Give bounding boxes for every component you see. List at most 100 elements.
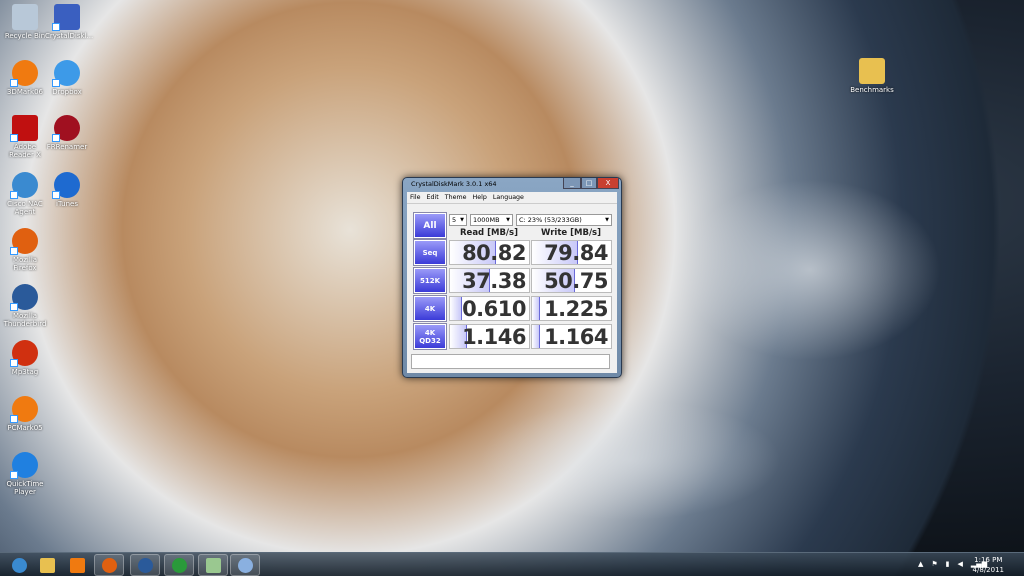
menu-bar: File Edit Theme Help Language [407, 192, 617, 203]
taskbar-thunderbird[interactable] [130, 554, 160, 576]
desktop-icon-recycle-bin[interactable]: Recycle Bin [3, 4, 47, 40]
shortcut-arrow-icon [52, 79, 60, 87]
score-value: 1.164 [544, 325, 608, 349]
crystaldiskmark-window: CrystalDiskMark 3.0.1 x64 _ □ X File Edi… [402, 177, 622, 378]
desktop-icon-mozilla-thunderbird[interactable]: Mozilla Thunderbird [3, 284, 47, 328]
app-icon [10, 60, 38, 87]
score-bar [532, 297, 540, 320]
desktop-icon-cisco-nac-agent[interactable]: Cisco NAC Agent [3, 172, 47, 216]
shortcut-arrow-icon [52, 191, 60, 199]
menu-file[interactable]: File [410, 192, 421, 203]
shortcut-arrow-icon [10, 247, 18, 255]
shortcut-arrow-icon [10, 359, 18, 367]
desktop-icon-dropbox[interactable]: Dropbox [45, 60, 89, 96]
write-header: Write [MB/s] [541, 228, 601, 238]
desktop-icon-itunes[interactable]: iTunes [45, 172, 89, 208]
score-value: 80.82 [462, 241, 526, 265]
size-value: 1000MB [473, 216, 500, 224]
shortcut-arrow-icon [10, 79, 18, 87]
test-button-seq[interactable]: Seq [413, 239, 447, 266]
test-button-4k-qd32[interactable]: 4K QD32 [413, 323, 447, 350]
score-bar [532, 325, 540, 348]
app-icon [859, 58, 885, 84]
desktop-icon-label: Mozilla Firefox [12, 256, 38, 272]
desktop-icon-label: FRRenamer [46, 143, 88, 151]
score-value: 79.84 [544, 241, 608, 265]
close-button[interactable]: X [597, 178, 619, 189]
desktop-icon-frrenamer[interactable]: FRRenamer [45, 115, 89, 151]
runs-value: 5 [452, 216, 457, 224]
runs-select[interactable]: 5 ▼ [449, 214, 467, 226]
clock[interactable]: 1:16 PM 4/8/2011 [973, 555, 1004, 575]
read-result-4k: 0.610 [449, 296, 530, 321]
test-button-4k[interactable]: 4K [413, 295, 447, 322]
show-hidden-icons-icon[interactable]: ▲ [918, 560, 923, 568]
desktop-icon-benchmarks[interactable]: Benchmarks [850, 58, 894, 94]
taskbar-explorer[interactable] [32, 554, 62, 576]
desktop-icon-label: PCMark05 [7, 424, 43, 432]
minimize-button[interactable]: _ [563, 178, 581, 189]
score-value: 50.75 [544, 269, 608, 293]
app-icon [12, 4, 38, 30]
read-result-4k-qd32: 1.146 [449, 324, 530, 349]
desktop-icon-pcmark05[interactable]: PCMark05 [3, 396, 47, 432]
score-value: 1.225 [544, 297, 608, 321]
menu-edit[interactable]: Edit [427, 192, 439, 203]
app-icon [52, 60, 80, 87]
write-result-seq: 79.84 [531, 240, 612, 265]
chevron-down-icon: ▼ [506, 217, 510, 223]
taskbar-firefox[interactable] [94, 554, 124, 576]
app-icon [10, 228, 38, 255]
maximize-button[interactable]: □ [581, 178, 597, 189]
taskbar-media-player[interactable] [62, 554, 92, 576]
size-select[interactable]: 1000MB ▼ [470, 214, 513, 226]
app-icon [10, 452, 38, 479]
test-button-512k[interactable]: 512K [413, 267, 447, 294]
desktop-icon-mozilla-firefox[interactable]: Mozilla Firefox [3, 228, 47, 272]
desktop-icon-label: QuickTime Player [6, 480, 44, 496]
action-center-flag-icon[interactable]: ⚑ [931, 560, 937, 568]
desktop-icon-3dmark06[interactable]: 3DMark06 [3, 60, 47, 96]
read-header: Read [MB/s] [460, 228, 518, 238]
desktop-icon-crystaldiskl[interactable]: CrystalDiskl... [45, 4, 94, 40]
desktop-icon-label: Adobe Reader X [9, 143, 41, 159]
app-icon [52, 172, 80, 199]
taskbar-utorrent[interactable] [164, 554, 194, 576]
app-icon [10, 115, 38, 142]
score-value: 0.610 [462, 297, 526, 321]
write-result-512k: 50.75 [531, 268, 612, 293]
shortcut-arrow-icon [10, 303, 18, 311]
read-result-seq: 80.82 [449, 240, 530, 265]
shortcut-arrow-icon [10, 415, 18, 423]
menu-help[interactable]: Help [472, 192, 486, 203]
menu-language[interactable]: Language [493, 192, 524, 203]
start-button[interactable] [4, 554, 34, 576]
taskbar: ▲ ⚑ ▮ ◀ ▂▄▆ 1:16 PM 4/8/2011 [0, 552, 1024, 576]
desktop-icon-quicktime-player[interactable]: QuickTime Player [3, 452, 47, 496]
window-title: CrystalDiskMark 3.0.1 x64 [411, 180, 497, 188]
taskbar-crystaldiskmark[interactable] [198, 554, 228, 576]
desktop-icon-label: Mozilla Thunderbird [3, 312, 47, 328]
taskbar-paint[interactable] [230, 554, 260, 576]
media-player-icon [69, 557, 85, 573]
power-icon[interactable]: ▮ [946, 560, 950, 568]
desktop-icon-label: Recycle Bin [4, 32, 46, 40]
write-result-4k-qd32: 1.164 [531, 324, 612, 349]
app-icon [10, 396, 38, 423]
desktop-icon-mp3tag[interactable]: Mp3tag [3, 340, 47, 376]
write-result-4k: 1.225 [531, 296, 612, 321]
app-icon [10, 284, 38, 311]
firefox-icon [101, 557, 117, 573]
chevron-down-icon: ▼ [460, 217, 464, 223]
volume-icon[interactable]: ◀ [958, 560, 963, 568]
desktop-icon-label: Dropbox [52, 88, 82, 96]
app-icon [10, 172, 38, 199]
all-button[interactable]: All [413, 212, 447, 239]
desktop-icon-label: CrystalDiskl... [45, 32, 94, 40]
start-icon [11, 557, 27, 573]
menu-theme[interactable]: Theme [445, 192, 467, 203]
shortcut-arrow-icon [52, 134, 60, 142]
status-bar [411, 354, 610, 369]
drive-select[interactable]: C: 23% (53/233GB) ▼ [516, 214, 612, 226]
desktop-icon-adobe-reader-x[interactable]: Adobe Reader X [3, 115, 47, 159]
